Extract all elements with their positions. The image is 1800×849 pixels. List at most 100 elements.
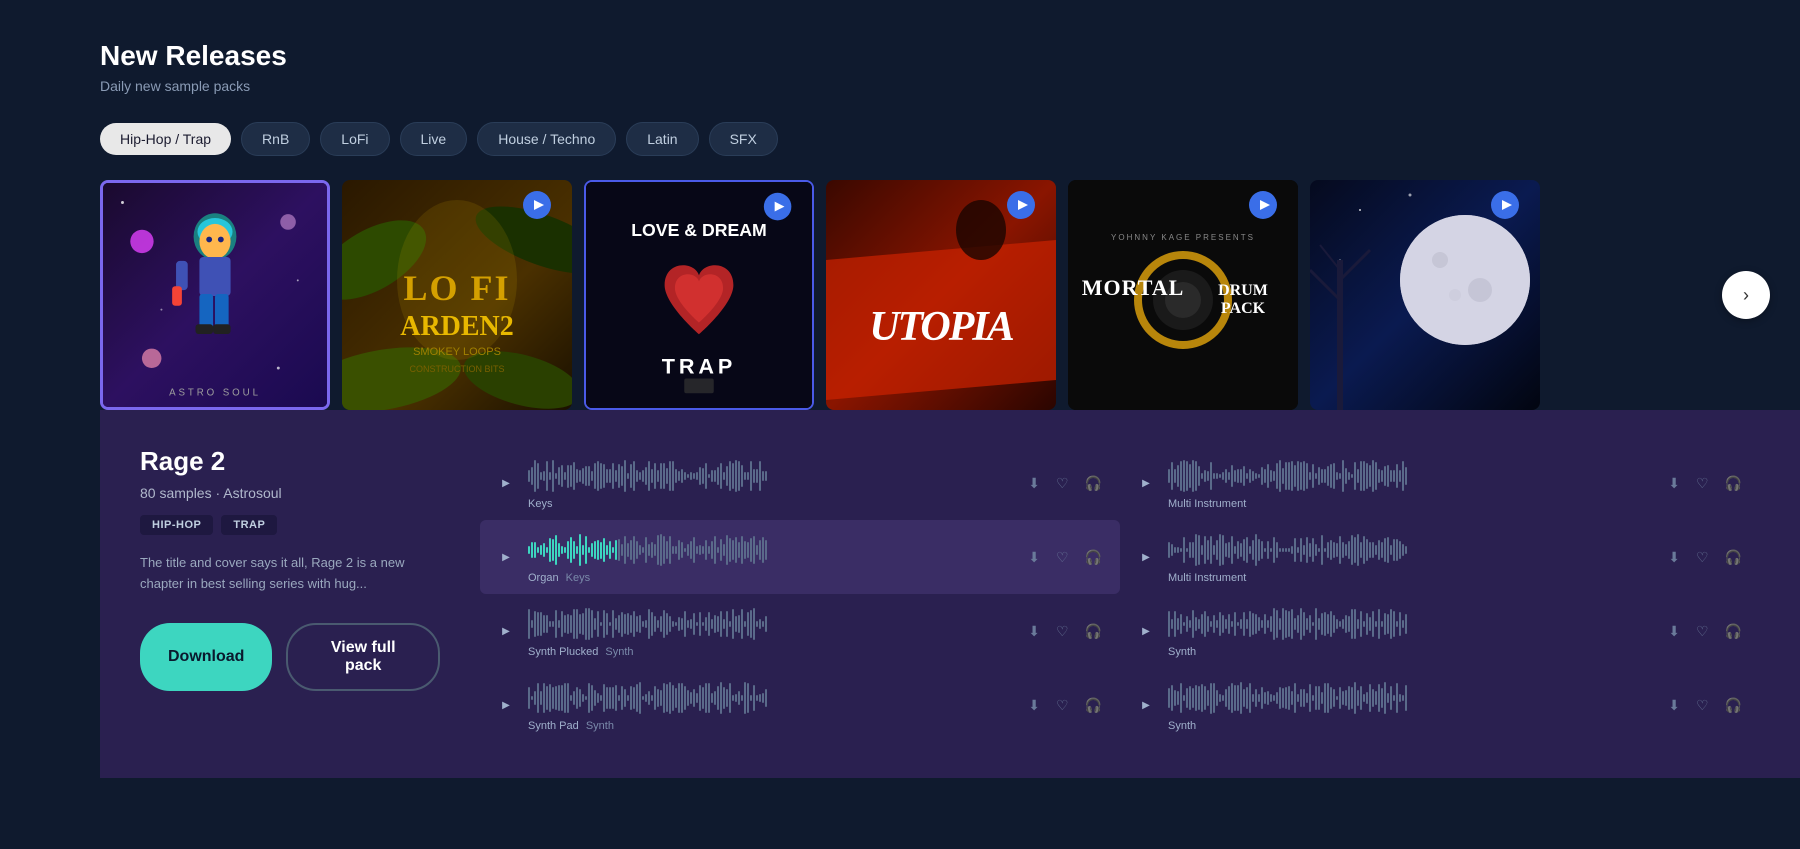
album-card-mortal-drumpack[interactable]: YOHNNY KAGE PRESENTS MORTAL DRUM PACK	[1068, 180, 1298, 410]
heart-icon[interactable]: ♡	[1692, 693, 1713, 718]
download-icon[interactable]: ⬇	[1664, 693, 1684, 718]
download-icon[interactable]: ⬇	[1664, 471, 1684, 496]
genre-tabs: Hip-Hop / Trap RnB LoFi Live House / Tec…	[100, 122, 1800, 156]
svg-text:LOVE & DREAM: LOVE & DREAM	[631, 220, 767, 240]
track-info: Synth Plucked Synth	[528, 604, 1014, 658]
download-icon[interactable]: ⬇	[1664, 545, 1684, 570]
svg-text:DRUM: DRUM	[1218, 282, 1268, 299]
tracks-right: ▶ Multi Instrument ⬇ ♡ 🎧 ▶	[1120, 446, 1760, 742]
heart-icon[interactable]: ♡	[1692, 545, 1713, 570]
next-button[interactable]: ›	[1722, 271, 1770, 319]
album-card-astrosoul[interactable]: ASTRO SOUL	[100, 180, 330, 410]
waveform	[1168, 604, 1654, 644]
track-row: ▶ Multi Instrument ⬇ ♡ 🎧	[1120, 520, 1760, 594]
heart-icon[interactable]: ♡	[1052, 471, 1073, 496]
album-card-lofi-arden[interactable]: LO FI ARDEN2 SMOKEY LOOPS CONSTRUCTION B…	[342, 180, 572, 410]
svg-text:CONSTRUCTION BITS: CONSTRUCTION BITS	[409, 364, 504, 374]
tab-lofi[interactable]: LoFi	[320, 122, 389, 156]
svg-text:PACK: PACK	[1221, 300, 1266, 317]
heart-icon[interactable]: ♡	[1052, 619, 1073, 644]
track-play-button[interactable]: ▶	[1134, 471, 1158, 495]
track-label: Organ Keys	[528, 572, 1014, 584]
track-play-button[interactable]: ▶	[494, 545, 518, 569]
headphone-icon[interactable]: 🎧	[1081, 693, 1106, 718]
track-row-highlighted: ▶ Organ Keys ⬇ ♡ 🎧	[480, 520, 1120, 594]
tab-house-techno[interactable]: House / Techno	[477, 122, 616, 156]
track-actions: ⬇ ♡ 🎧	[1024, 693, 1106, 718]
svg-text:UTOPIA: UTOPIA	[869, 304, 1014, 350]
tab-latin[interactable]: Latin	[626, 122, 698, 156]
tags-container: HIP-HOP TRAP	[140, 515, 440, 535]
track-row: ▶ Synth ⬇ ♡ 🎧	[1120, 594, 1760, 668]
svg-text:ARDEN2: ARDEN2	[400, 311, 514, 342]
svg-text:SMOKEY LOOPS: SMOKEY LOOPS	[413, 346, 501, 358]
headphone-icon[interactable]: 🎧	[1081, 619, 1106, 644]
track-play-button[interactable]: ▶	[1134, 545, 1158, 569]
view-full-pack-button[interactable]: View full pack	[286, 623, 440, 691]
albums-row: ASTRO SOUL	[100, 180, 1800, 410]
download-icon[interactable]: ⬇	[1664, 619, 1684, 644]
headphone-icon[interactable]: 🎧	[1721, 619, 1746, 644]
tab-hiphop-trap[interactable]: Hip-Hop / Trap	[100, 123, 231, 155]
albums-section: ASTRO SOUL	[100, 180, 1800, 410]
track-actions: ⬇ ♡ 🎧	[1664, 693, 1746, 718]
page-container: New Releases Daily new sample packs Hip-…	[0, 0, 1800, 778]
heart-icon[interactable]: ♡	[1692, 471, 1713, 496]
section-title: New Releases	[100, 40, 1800, 72]
detail-panel: Rage 2 80 samples · Astrosoul HIP-HOP TR…	[100, 410, 1800, 778]
download-button[interactable]: Download	[140, 623, 272, 691]
track-label: Synth Pad Synth	[528, 720, 1014, 732]
waveform-active	[528, 530, 1014, 570]
download-icon[interactable]: ⬇	[1024, 545, 1044, 570]
track-info: Keys	[528, 456, 1014, 510]
svg-text:ASTRO SOUL: ASTRO SOUL	[169, 387, 261, 398]
pack-meta: 80 samples · Astrosoul	[140, 485, 440, 501]
track-label: Keys	[528, 498, 1014, 510]
headphone-icon[interactable]: 🎧	[1721, 545, 1746, 570]
heart-icon[interactable]: ♡	[1692, 619, 1713, 644]
section-subtitle: Daily new sample packs	[100, 78, 1800, 94]
svg-text:LO FI: LO FI	[403, 268, 510, 308]
track-play-button[interactable]: ▶	[1134, 619, 1158, 643]
headphone-icon[interactable]: 🎧	[1081, 545, 1106, 570]
track-actions: ⬇ ♡ 🎧	[1664, 619, 1746, 644]
track-row: ▶ Synth Plucked Synth ⬇ ♡ 🎧	[480, 594, 1120, 668]
track-info: Multi Instrument	[1168, 456, 1654, 510]
tag-trap: TRAP	[221, 515, 277, 535]
track-row: ▶ Synth ⬇ ♡ 🎧	[1120, 668, 1760, 742]
track-play-button[interactable]: ▶	[494, 471, 518, 495]
waveform	[1168, 456, 1654, 496]
track-info: Multi Instrument	[1168, 530, 1654, 584]
download-icon[interactable]: ⬇	[1024, 619, 1044, 644]
pack-info: Rage 2 80 samples · Astrosoul HIP-HOP TR…	[140, 446, 440, 742]
tab-rnb[interactable]: RnB	[241, 122, 310, 156]
track-label: Synth	[1168, 646, 1654, 658]
album-card-moon-loops[interactable]	[1310, 180, 1540, 410]
track-info: Synth Pad Synth	[528, 678, 1014, 732]
heart-icon[interactable]: ♡	[1052, 545, 1073, 570]
tab-sfx[interactable]: SFX	[709, 122, 778, 156]
track-actions: ⬇ ♡ 🎧	[1024, 471, 1106, 496]
headphone-icon[interactable]: 🎧	[1721, 471, 1746, 496]
svg-text:TRAP: TRAP	[662, 354, 737, 379]
heart-icon[interactable]: ♡	[1052, 693, 1073, 718]
album-card-utopia[interactable]: UTOPIA	[826, 180, 1056, 410]
track-label: Multi Instrument	[1168, 572, 1654, 584]
waveform	[528, 456, 1014, 496]
headphone-icon[interactable]: 🎧	[1721, 693, 1746, 718]
track-label: Synth Plucked Synth	[528, 646, 1014, 658]
track-actions: ⬇ ♡ 🎧	[1024, 619, 1106, 644]
track-play-button[interactable]: ▶	[1134, 693, 1158, 717]
tab-live[interactable]: Live	[400, 122, 468, 156]
track-row: ▶ Synth Pad Synth ⬇ ♡ 🎧	[480, 668, 1120, 742]
svg-text:YOHNNY KAGE PRESENTS: YOHNNY KAGE PRESENTS	[1111, 233, 1255, 242]
track-row: ▶ Keys ⬇ ♡ 🎧	[480, 446, 1120, 520]
download-icon[interactable]: ⬇	[1024, 471, 1044, 496]
download-icon[interactable]: ⬇	[1024, 693, 1044, 718]
track-actions: ⬇ ♡ 🎧	[1664, 545, 1746, 570]
track-play-button[interactable]: ▶	[494, 619, 518, 643]
album-card-love-dream[interactable]: LOVE & DREAM TRAP	[584, 180, 814, 410]
headphone-icon[interactable]: 🎧	[1081, 471, 1106, 496]
track-play-button[interactable]: ▶	[494, 693, 518, 717]
waveform	[528, 604, 1014, 644]
